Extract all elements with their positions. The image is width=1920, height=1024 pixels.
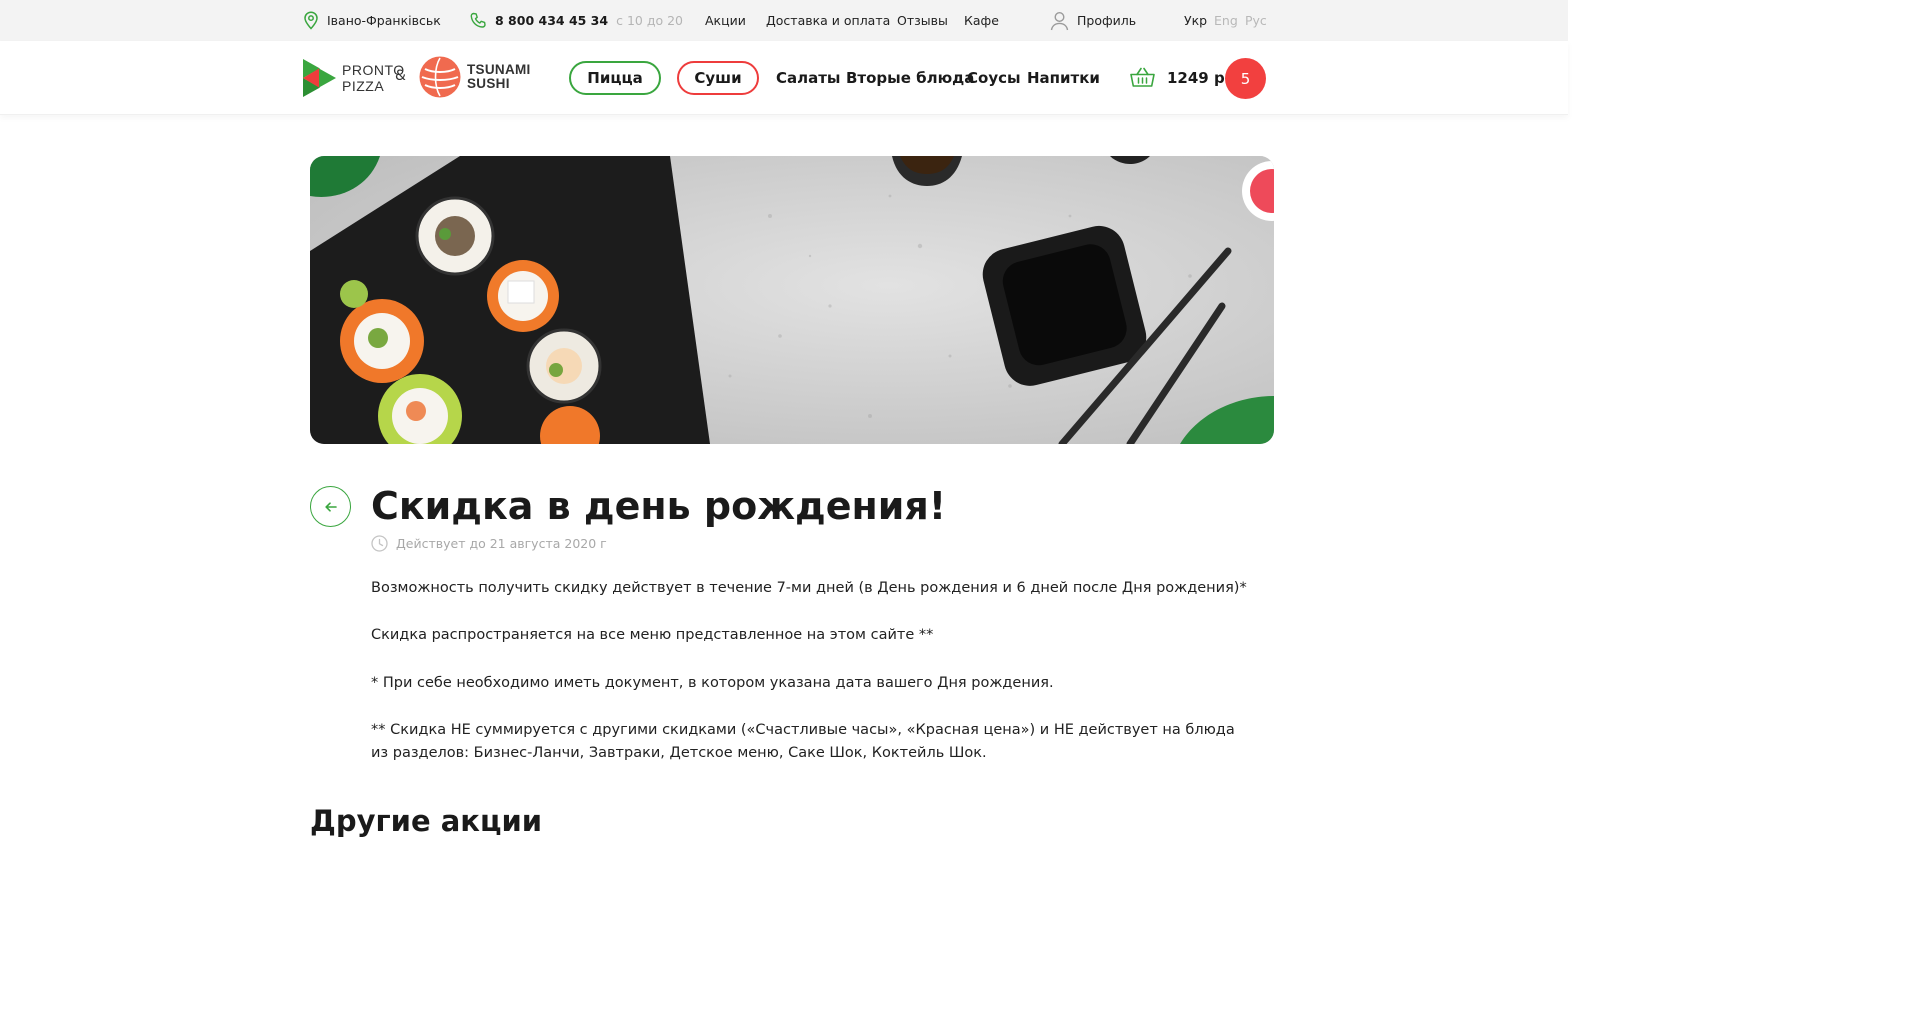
profile-label: Профиль bbox=[1077, 13, 1137, 28]
lang-ukr[interactable]: Укр bbox=[1184, 0, 1207, 41]
phone-icon bbox=[470, 12, 486, 28]
city-label: Івано-Франківськ bbox=[327, 13, 441, 28]
arrow-left-icon bbox=[324, 501, 337, 512]
back-button[interactable] bbox=[310, 486, 351, 527]
user-icon bbox=[1050, 11, 1069, 30]
phone-number[interactable]: 8 800 434 45 34 bbox=[495, 13, 608, 28]
nav-akcii[interactable]: Акции bbox=[705, 0, 746, 41]
nav-delivery-payment[interactable]: Доставка и оплата bbox=[766, 0, 890, 41]
article-paragraph-1: Возможность получить скидку действует в … bbox=[371, 580, 1247, 596]
nav-reviews[interactable]: Отзывы bbox=[897, 0, 948, 41]
category-main-dishes[interactable]: Вторые блюда bbox=[846, 41, 974, 115]
category-sauces[interactable]: Соусы bbox=[967, 41, 1021, 115]
category-salads[interactable]: Салаты bbox=[776, 41, 841, 115]
pronto-logo-mark bbox=[303, 59, 336, 97]
location-pin-icon bbox=[304, 11, 318, 30]
logo-ampersand: & bbox=[395, 68, 406, 84]
tsunami-logo-text: TSUNAMI SUSHI bbox=[467, 62, 531, 91]
pronto-pizza-logo[interactable]: PRONTO PIZZA bbox=[303, 59, 405, 97]
nav-cafe[interactable]: Кафе bbox=[964, 0, 999, 41]
category-sushi[interactable]: Суши bbox=[677, 61, 759, 95]
category-drinks[interactable]: Напитки bbox=[1027, 41, 1100, 115]
salmon-logo-mark bbox=[419, 56, 461, 98]
lang-eng[interactable]: Eng bbox=[1214, 0, 1238, 41]
basket-icon[interactable] bbox=[1130, 67, 1155, 92]
article-paragraph-2: Скидка распространяется на все меню пред… bbox=[371, 627, 934, 643]
article-paragraph-4: ** Скидка НЕ суммируется с другими скидк… bbox=[371, 722, 1235, 761]
phone-block: 8 800 434 45 34 с 10 до 20 bbox=[470, 0, 683, 41]
top-info-bar: Івано-Франківськ 8 800 434 45 34 с 10 до… bbox=[0, 0, 1568, 41]
clock-icon bbox=[371, 535, 388, 552]
article-paragraph-3: * При себе необходимо иметь документ, в … bbox=[371, 675, 1054, 691]
working-hours: с 10 до 20 bbox=[616, 13, 683, 28]
category-pizza[interactable]: Пицца bbox=[569, 61, 661, 95]
promo-banner-image bbox=[310, 156, 1274, 444]
validity-text: Действует до 21 августа 2020 г bbox=[396, 536, 607, 551]
city-selector[interactable]: Івано-Франківськ bbox=[303, 0, 441, 41]
page-title: Скидка в день рождения! bbox=[371, 484, 947, 528]
cart-total[interactable]: 1249 р bbox=[1167, 41, 1225, 115]
validity-line: Действует до 21 августа 2020 г bbox=[371, 535, 607, 552]
profile-link[interactable]: Профиль bbox=[1050, 0, 1136, 41]
other-promotions-heading: Другие акции bbox=[310, 804, 543, 838]
lang-rus[interactable]: Рус bbox=[1245, 0, 1267, 41]
tsunami-sushi-logo[interactable]: TSUNAMI SUSHI bbox=[419, 56, 531, 98]
cart-count-badge[interactable]: 5 bbox=[1225, 58, 1266, 99]
sushi-banner-illustration bbox=[310, 156, 1274, 444]
main-header: PRONTO PIZZA & TSUNAMI SUSHI Пицца Суши … bbox=[0, 41, 1568, 115]
